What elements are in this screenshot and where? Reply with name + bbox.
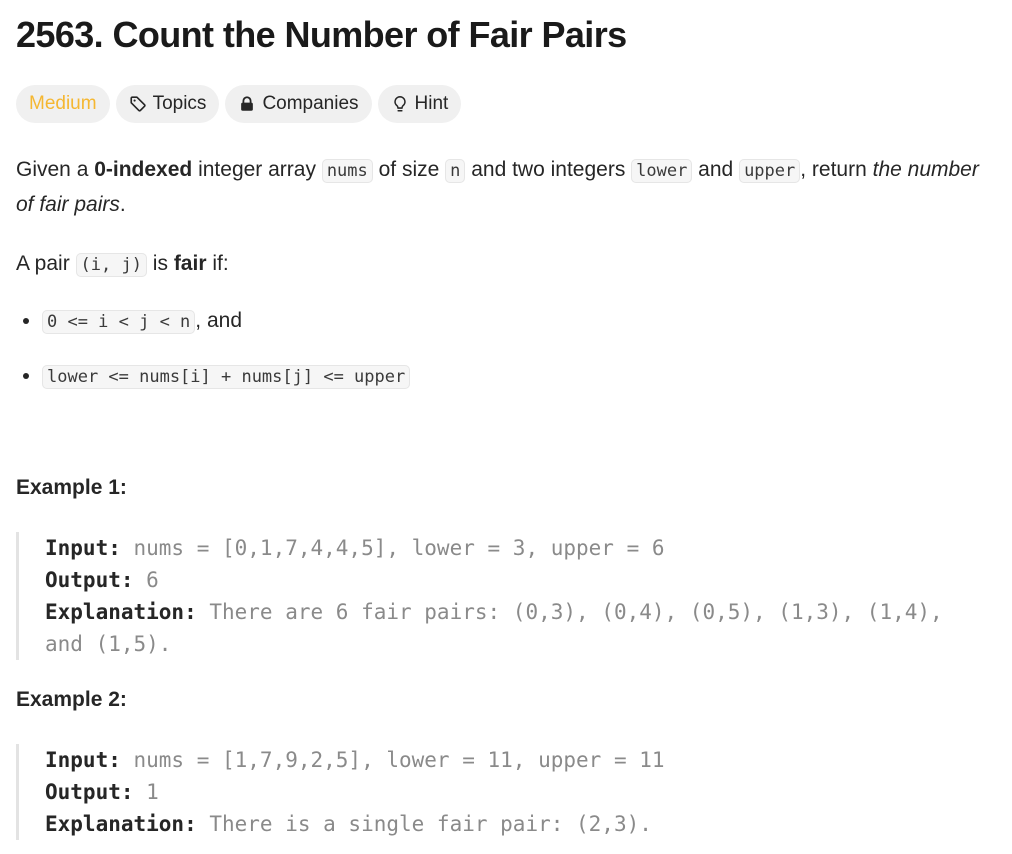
tag-bar: Medium Topics Companies Hint: [16, 85, 996, 123]
desc-text: A pair: [16, 252, 76, 275]
desc-text: and: [692, 158, 740, 181]
desc-text: is: [146, 252, 174, 275]
code-pair: (i, j): [75, 253, 147, 277]
difficulty-label: Medium: [29, 93, 97, 114]
problem-title: 2563. Count the Number of Fair Pairs: [16, 14, 627, 55]
example-title: Example 2:: [16, 688, 127, 711]
code-nums: nums: [321, 159, 373, 183]
desc-text: Given a: [16, 158, 95, 181]
example-block: Input: nums = [1,7,9,2,5], lower = 11, u…: [16, 744, 976, 840]
condition-item: 0 <= i < j < n, and: [42, 304, 996, 339]
input-value: nums = [0,1,7,4,4,5], lower = 3, upper =…: [120, 536, 665, 560]
input-label: Input:: [45, 748, 121, 772]
explanation-label: Explanation:: [45, 600, 197, 624]
explanation-value: There is a single fair pair: (2,3).: [196, 812, 652, 836]
code-condition: 0 <= i < j < n: [42, 310, 196, 334]
lightbulb-icon: [391, 95, 409, 113]
difficulty-badge[interactable]: Medium: [16, 85, 110, 123]
problem-page: 2563. Count the Number of Fair Pairs Med…: [0, 0, 1012, 394]
companies-button[interactable]: Companies: [225, 85, 372, 123]
desc-text: .: [119, 193, 126, 216]
desc-text: of size: [372, 158, 446, 181]
hint-button[interactable]: Hint: [377, 85, 462, 123]
code-n: n: [445, 159, 466, 183]
desc-text: integer array: [192, 158, 322, 181]
desc-text: if:: [206, 252, 229, 275]
output-value: 1: [133, 780, 159, 804]
code-upper: upper: [739, 159, 801, 183]
condition-item: lower <= nums[i] + nums[j] <= upper: [42, 359, 996, 394]
topics-button[interactable]: Topics: [115, 85, 220, 123]
condition-list: 0 <= i < j < n, and lower <= nums[i] + n…: [16, 304, 996, 394]
input-label: Input:: [45, 536, 121, 560]
output-value: 6: [133, 568, 159, 592]
desc-bold: fair: [173, 252, 207, 275]
desc-text: and two integers: [465, 158, 632, 181]
example-title: Example 1:: [16, 476, 127, 499]
code-lower: lower: [631, 159, 693, 183]
desc-text: , return: [800, 158, 873, 181]
output-label: Output:: [45, 780, 134, 804]
fair-definition: A pair (i, j) is fair if:: [16, 247, 996, 282]
tag-icon: [129, 95, 147, 113]
input-value: nums = [1,7,9,2,5], lower = 11, upper = …: [120, 748, 665, 772]
topics-label: Topics: [152, 93, 207, 114]
example-block: Input: nums = [0,1,7,4,4,5], lower = 3, …: [16, 532, 976, 660]
explanation-label: Explanation:: [45, 812, 197, 836]
description-paragraph: Given a 0-indexed integer array nums of …: [16, 153, 996, 222]
output-label: Output:: [45, 568, 134, 592]
lock-icon: [238, 95, 256, 113]
companies-label: Companies: [262, 93, 359, 114]
desc-text: , and: [195, 309, 243, 332]
hint-label: Hint: [414, 93, 449, 114]
desc-bold: 0-indexed: [94, 158, 193, 181]
code-condition: lower <= nums[i] + nums[j] <= upper: [42, 365, 411, 389]
